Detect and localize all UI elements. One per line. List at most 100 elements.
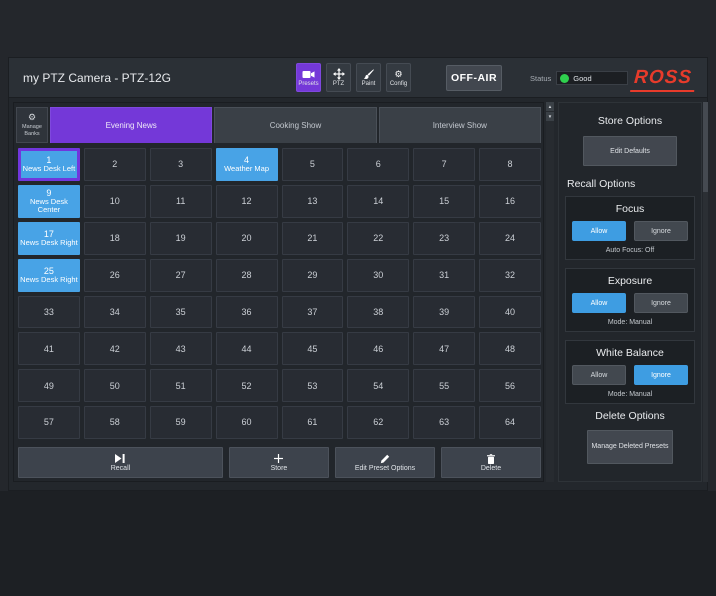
preset-number: 51 xyxy=(175,380,186,391)
preset-8[interactable]: 8 xyxy=(479,148,541,181)
nav-ptz-button[interactable]: PTZ xyxy=(326,63,351,92)
nav-label: Config xyxy=(389,81,408,87)
preset-1[interactable]: 1 News Desk Left xyxy=(18,148,80,181)
preset-32[interactable]: 32 xyxy=(479,258,541,292)
nav-presets-button[interactable]: Presets xyxy=(296,63,321,92)
preset-42[interactable]: 42 xyxy=(83,332,146,366)
preset-47[interactable]: 47 xyxy=(413,332,476,366)
edit-defaults-button[interactable]: Edit Defaults xyxy=(583,136,677,166)
status-value: Good xyxy=(573,73,592,83)
status-good-dot-icon xyxy=(560,73,570,83)
presets-panel: ⚙ Manage Banks Evening News Cooking Show I… xyxy=(13,102,544,482)
preset-29[interactable]: 29 xyxy=(281,258,344,292)
white-balance-panel: White Balance Allow Ignore Mode: Manual xyxy=(565,340,695,404)
preset-34[interactable]: 34 xyxy=(83,295,146,329)
preset-38[interactable]: 38 xyxy=(347,295,410,329)
preset-53[interactable]: 53 xyxy=(281,369,344,403)
tab-interview-show[interactable]: Interview Show xyxy=(378,107,541,143)
preset-41[interactable]: 41 xyxy=(18,332,80,366)
preset-number: 50 xyxy=(109,380,120,391)
tab-cooking-show[interactable]: Cooking Show xyxy=(214,107,377,143)
preset-61[interactable]: 61 xyxy=(281,406,344,439)
exposure-ignore-button[interactable]: Ignore xyxy=(634,293,688,313)
preset-50[interactable]: 50 xyxy=(83,369,146,403)
preset-3[interactable]: 3 xyxy=(149,148,212,181)
preset-5[interactable]: 5 xyxy=(281,148,344,181)
preset-17[interactable]: 17 News Desk Right xyxy=(18,221,80,255)
delete-button[interactable]: Delete xyxy=(440,447,542,478)
focus-ignore-button[interactable]: Ignore xyxy=(634,221,688,241)
preset-10[interactable]: 10 xyxy=(83,184,146,218)
preset-30[interactable]: 30 xyxy=(347,258,410,292)
preset-13[interactable]: 13 xyxy=(281,184,344,218)
preset-39[interactable]: 39 xyxy=(413,295,476,329)
preset-4[interactable]: 4 Weather Map xyxy=(215,148,278,181)
preset-45[interactable]: 45 xyxy=(281,332,344,366)
preset-18[interactable]: 18 xyxy=(83,221,146,255)
preset-19[interactable]: 19 xyxy=(149,221,212,255)
preset-16[interactable]: 16 xyxy=(479,184,541,218)
preset-43[interactable]: 43 xyxy=(149,332,212,366)
preset-21[interactable]: 21 xyxy=(281,221,344,255)
sidebar-scrollbar-thumb[interactable] xyxy=(703,102,708,192)
preset-35[interactable]: 35 xyxy=(149,295,212,329)
preset-27[interactable]: 27 xyxy=(149,258,212,292)
preset-49[interactable]: 49 xyxy=(18,369,80,403)
preset-12[interactable]: 12 xyxy=(215,184,278,218)
preset-23[interactable]: 23 xyxy=(413,221,476,255)
nav-paint-button[interactable]: Paint xyxy=(356,63,381,92)
preset-57[interactable]: 57 xyxy=(18,406,80,439)
preset-20[interactable]: 20 xyxy=(215,221,278,255)
preset-7[interactable]: 7 xyxy=(413,148,476,181)
panel-scrollbar[interactable]: ▲ ▼ xyxy=(546,102,554,482)
nav-config-button[interactable]: ⚙ Config xyxy=(386,63,411,92)
sidebar-scrollbar[interactable] xyxy=(703,102,708,482)
preset-24[interactable]: 24 xyxy=(479,221,541,255)
preset-51[interactable]: 51 xyxy=(149,369,212,403)
preset-52[interactable]: 52 xyxy=(215,369,278,403)
edit-preset-options-button[interactable]: Edit Preset Options xyxy=(334,447,435,478)
preset-58[interactable]: 58 xyxy=(83,406,146,439)
preset-36[interactable]: 36 xyxy=(215,295,278,329)
tab-evening-news[interactable]: Evening News xyxy=(50,107,213,143)
off-air-button[interactable]: OFF-AIR xyxy=(446,65,502,91)
preset-number: 28 xyxy=(241,269,252,280)
white-balance-allow-button[interactable]: Allow xyxy=(572,365,626,385)
exposure-allow-button[interactable]: Allow xyxy=(572,293,626,313)
preset-44[interactable]: 44 xyxy=(215,332,278,366)
scroll-down-icon[interactable]: ▼ xyxy=(546,112,554,121)
preset-number: 30 xyxy=(373,269,384,280)
preset-55[interactable]: 55 xyxy=(413,369,476,403)
manage-deleted-presets-button[interactable]: Manage Deleted Presets xyxy=(587,430,673,464)
store-button[interactable]: Store xyxy=(228,447,329,478)
focus-allow-button[interactable]: Allow xyxy=(572,221,626,241)
preset-26[interactable]: 26 xyxy=(83,258,146,292)
preset-60[interactable]: 60 xyxy=(215,406,278,439)
white-balance-ignore-button[interactable]: Ignore xyxy=(634,365,688,385)
preset-15[interactable]: 15 xyxy=(413,184,476,218)
preset-2[interactable]: 2 xyxy=(83,148,146,181)
recall-button[interactable]: Recall xyxy=(18,447,223,478)
preset-33[interactable]: 33 xyxy=(18,295,80,329)
preset-48[interactable]: 48 xyxy=(479,332,541,366)
preset-28[interactable]: 28 xyxy=(215,258,278,292)
preset-25[interactable]: 25 News Desk Right xyxy=(18,258,80,292)
options-sidebar: Store Options Edit Defaults Recall Optio… xyxy=(558,102,702,482)
scroll-up-icon[interactable]: ▲ xyxy=(546,102,554,111)
preset-46[interactable]: 46 xyxy=(347,332,410,366)
preset-14[interactable]: 14 xyxy=(347,184,410,218)
preset-11[interactable]: 11 xyxy=(149,184,212,218)
preset-6[interactable]: 6 xyxy=(347,148,410,181)
preset-59[interactable]: 59 xyxy=(149,406,212,439)
preset-40[interactable]: 40 xyxy=(479,295,541,329)
preset-64[interactable]: 64 xyxy=(479,406,541,439)
preset-31[interactable]: 31 xyxy=(413,258,476,292)
preset-62[interactable]: 62 xyxy=(347,406,410,439)
preset-37[interactable]: 37 xyxy=(281,295,344,329)
preset-56[interactable]: 56 xyxy=(479,369,541,403)
preset-54[interactable]: 54 xyxy=(347,369,410,403)
preset-63[interactable]: 63 xyxy=(413,406,476,439)
manage-banks-button[interactable]: ⚙ Manage Banks xyxy=(16,107,48,143)
preset-22[interactable]: 22 xyxy=(347,221,410,255)
preset-9[interactable]: 9 News Desk Center xyxy=(18,184,80,218)
